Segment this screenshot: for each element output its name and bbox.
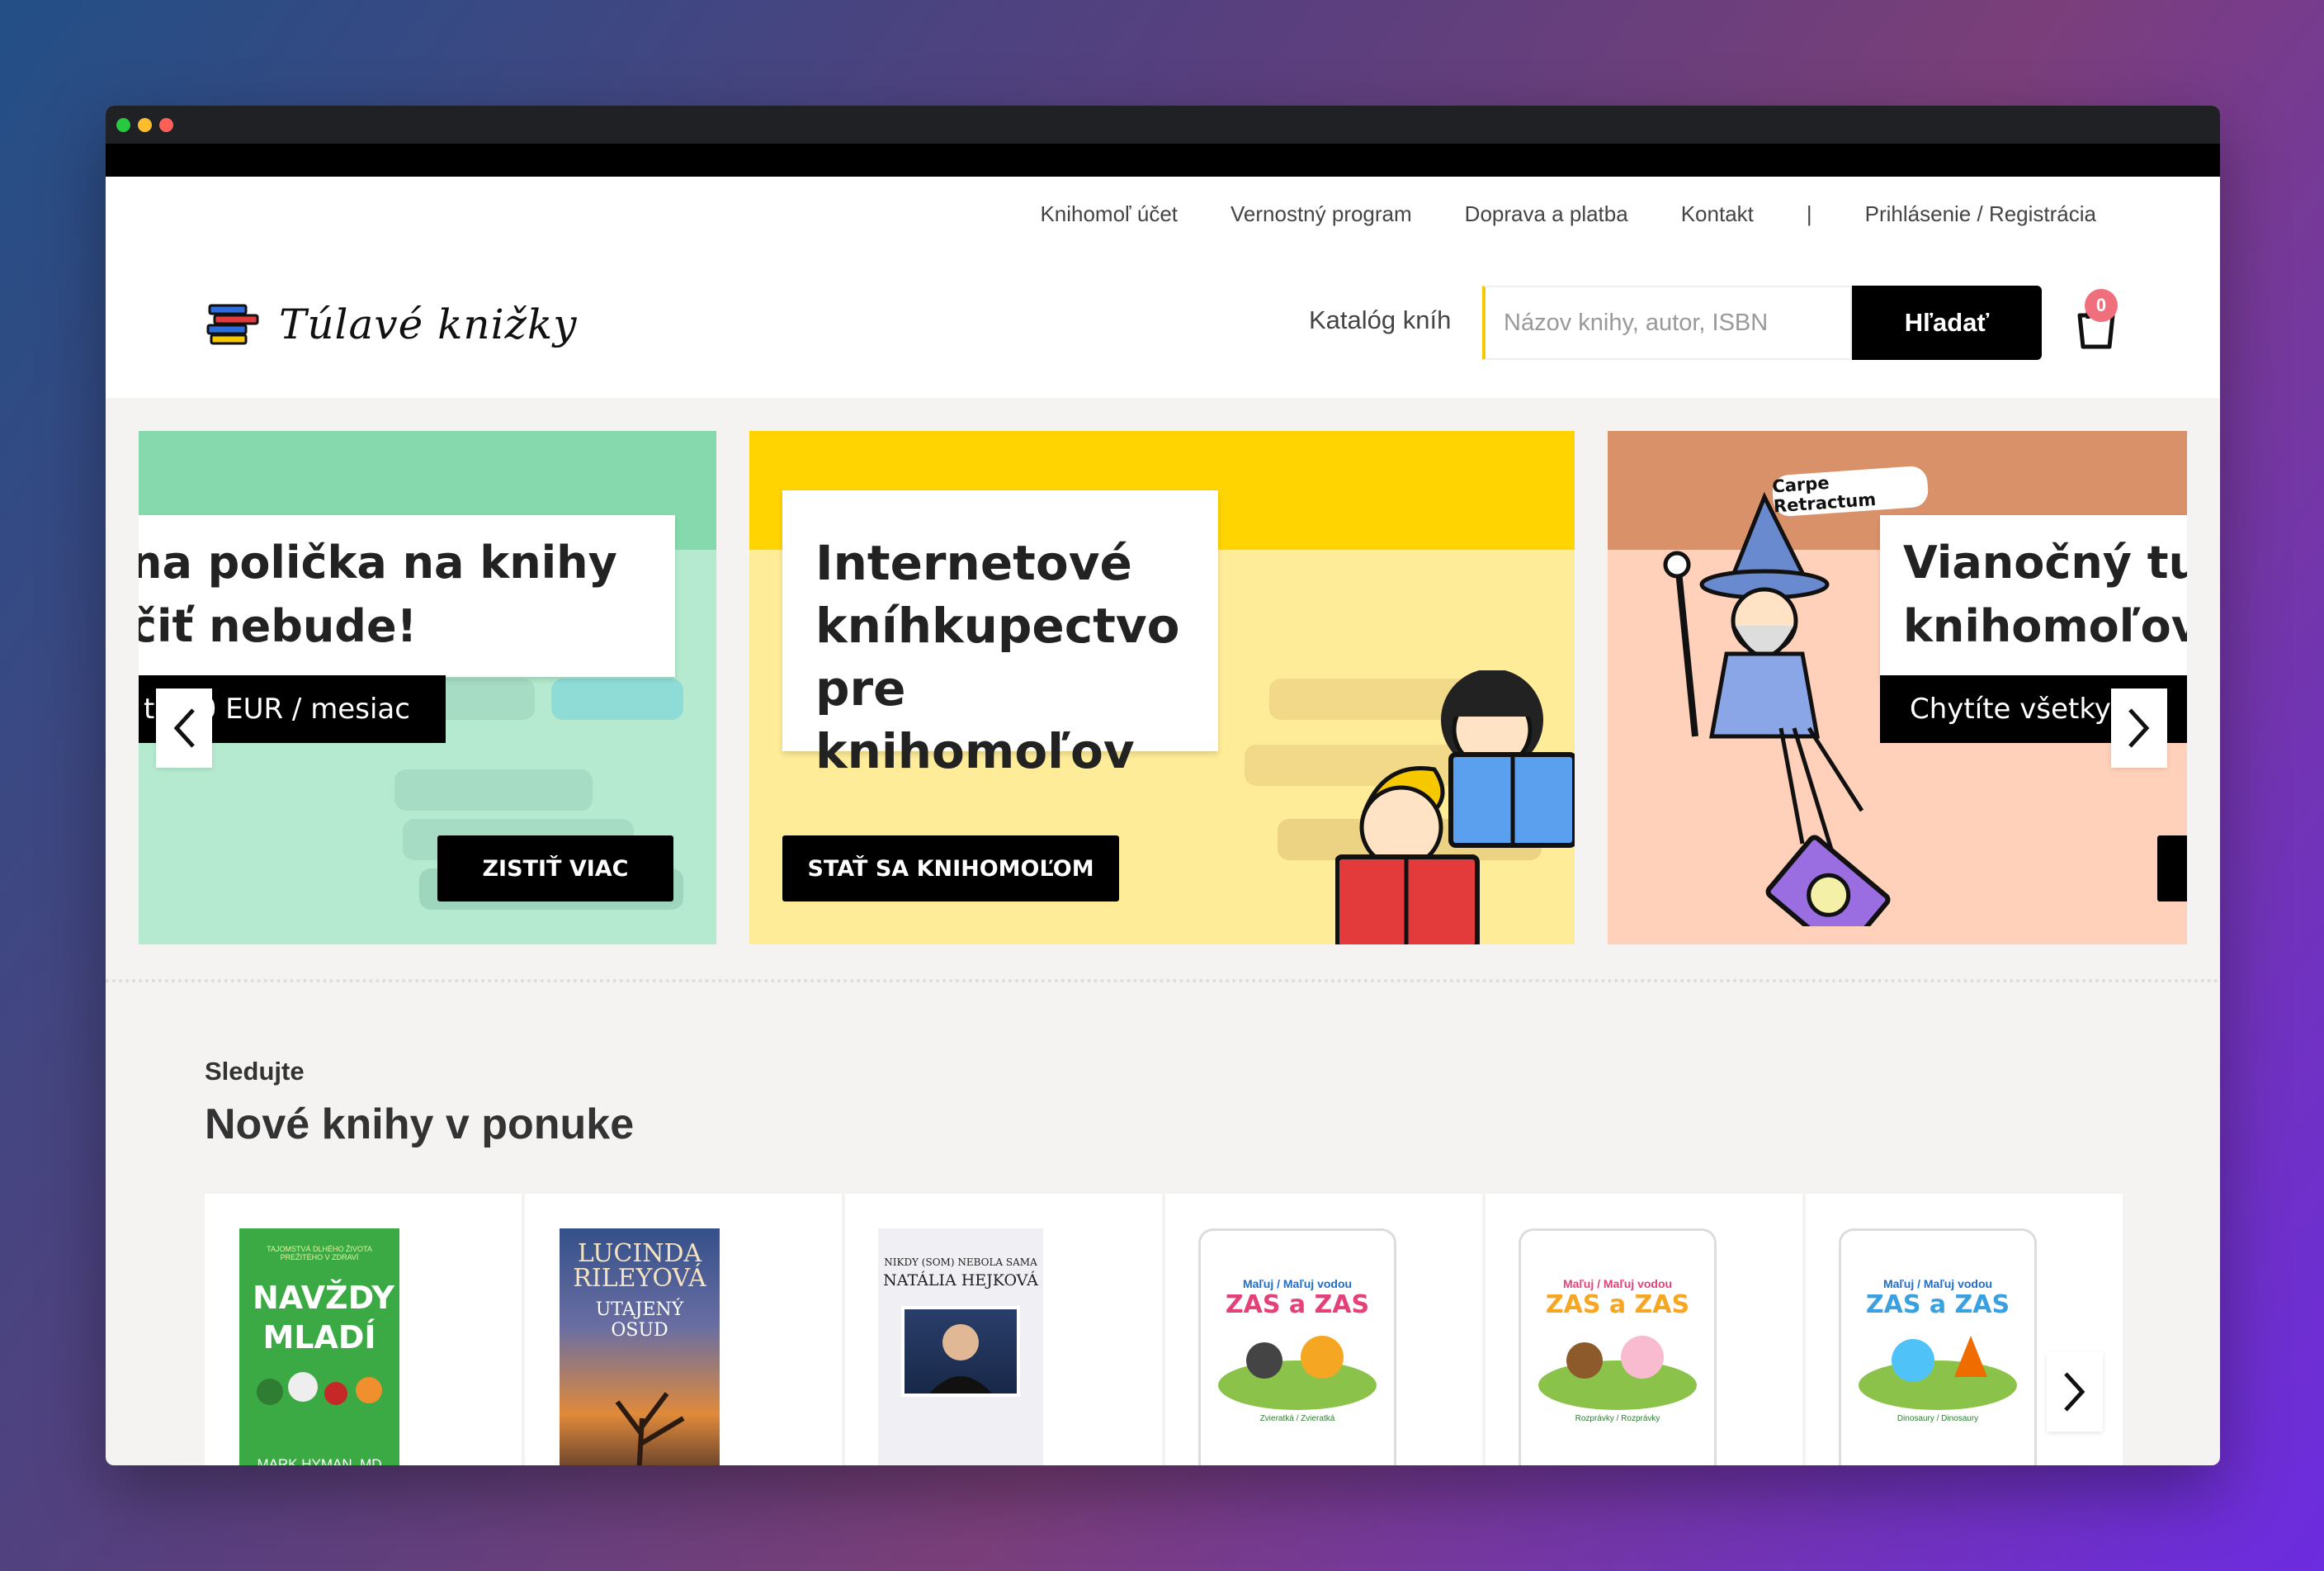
slide-title-line2: knihomoľov [1903, 600, 2187, 652]
book-card[interactable]: LUCINDA RILEYOVÁ UTAJENÝ OSUD [525, 1194, 842, 1465]
book-title: NAVŽDY MLADÍ [253, 1280, 394, 1356]
nav-shipping[interactable]: Doprava a platba [1465, 201, 1628, 227]
top-nav: Knihomoľ účet Vernostný program Doprava … [1040, 201, 2096, 227]
cats-illustration [1218, 1336, 1377, 1410]
slide-christmas[interactable]: Carpe Retractum Vianočný tur knihomoľov … [1608, 431, 2187, 944]
slide-title-line1: na polička na knihy [139, 537, 617, 589]
search-button[interactable]: Hľadať [1852, 286, 2042, 360]
nav-contact[interactable]: Kontakt [1681, 201, 1754, 227]
nav-login[interactable]: Prihlásenie / Registrácia [1865, 201, 2096, 227]
slide-title-card: na polička na knihy čiť nebude! [139, 515, 675, 677]
logo-text: Túlavé knižky [279, 300, 578, 348]
slide-title-line1: Vianočný tur [1903, 537, 2187, 589]
book-title: UTAJENÝ OSUD [595, 1299, 684, 1341]
hero-slider: na polička na knihy čiť nebude! té 50 EU… [106, 398, 2220, 944]
book-subtitle: Zvieratká / Zvieratká [1259, 1414, 1335, 1423]
nav-separator: | [1806, 201, 1812, 226]
slide-title-line2: kníhkupectvo [815, 598, 1180, 654]
book-title: ZAS a ZAS [1225, 1290, 1370, 1319]
section-title: Nové knihy v ponuke [205, 1100, 635, 1148]
chevron-right-icon [2128, 708, 2150, 748]
book-carousel: TAJOMSTVÁ DLHÉHO ŽIVOTA PREŽITÉHO V ZDRA… [205, 1194, 2123, 1465]
browser-window: Knihomoľ účet Vernostný program Doprava … [106, 106, 2220, 1465]
slider-prev-button[interactable] [156, 688, 212, 768]
book-card[interactable]: Maľuj / Maľuj vodou ZAS a ZAS Rozprávky … [1486, 1194, 1802, 1465]
book-title: ZAS a ZAS [1865, 1290, 2010, 1319]
books-next-button[interactable] [2047, 1352, 2103, 1431]
vegetables-illustration [257, 1372, 382, 1405]
book-author: NATÁLIA HEJKOVÁ [883, 1271, 1038, 1289]
wizard-illustration [1663, 491, 1891, 926]
book-cover[interactable]: Maľuj / Maľuj vodou ZAS a ZAS Dinosaury … [1839, 1228, 2037, 1465]
book-cover[interactable]: Maľuj / Maľuj vodou ZAS a ZAS Zvieratká … [1198, 1228, 1396, 1465]
slide-cta-button[interactable] [2157, 835, 2187, 901]
book-cover[interactable]: TAJOMSTVÁ DLHÉHO ŽIVOTA PREŽITÉHO V ZDRA… [239, 1228, 399, 1465]
slide-title-line2: čiť nebude! [139, 600, 418, 652]
book-subtitle: Dinosaury / Dinosaury [1897, 1414, 1979, 1423]
slide-title-line3: pre knihomoľov [815, 660, 1135, 779]
dinosaur-illustration [1859, 1336, 2017, 1410]
section-kicker: Sledujte [205, 1057, 305, 1086]
book-series: Maľuj / Maľuj vodou [1562, 1277, 1673, 1290]
slide-title-card: Vianočný tur knihomoľov [1880, 515, 2187, 677]
section-divider [106, 979, 2220, 982]
book-author: MARK HYMAN, MD [257, 1456, 382, 1465]
book-subtitle: Rozprávky / Rozprávky [1575, 1414, 1660, 1423]
book-cover[interactable]: NIKDY (SOM) NEBOLA SAMA NATÁLIA HEJKOVÁ [878, 1228, 1043, 1465]
become-bookworm-button[interactable]: STAŤ SA KNIHOMOĽOM [782, 835, 1119, 901]
slide-title-card: Internetové kníhkupectvo pre knihomoľov [782, 490, 1218, 779]
nav-account[interactable]: Knihomoľ účet [1040, 201, 1178, 227]
window-minimize-button[interactable] [138, 118, 152, 132]
books-logo-icon [206, 304, 259, 345]
book-title: ZAS a ZAS [1545, 1290, 1690, 1319]
book-cover[interactable]: LUCINDA RILEYOVÁ UTAJENÝ OSUD [560, 1228, 720, 1465]
window-close-button[interactable] [159, 118, 173, 132]
slide-bookshelf[interactable]: na polička na knihy čiť nebude! té 50 EU… [139, 431, 716, 944]
book-card[interactable]: TAJOMSTVÁ DLHÉHO ŽIVOTA PREŽITÉHO V ZDRA… [205, 1194, 522, 1465]
book-photo [901, 1306, 1020, 1397]
cart-count-badge: 0 [2085, 289, 2118, 322]
site-logo[interactable]: Túlavé knižky [206, 300, 577, 348]
slide-bookstore[interactable]: Internetové kníhkupectvo pre knihomoľov … [749, 431, 1575, 944]
book-cover[interactable]: Maľuj / Maľuj vodou ZAS a ZAS Rozprávky … [1519, 1228, 1717, 1465]
site-header: Knihomoľ účet Vernostný program Doprava … [106, 177, 2220, 398]
chevron-left-icon [173, 708, 195, 748]
nav-loyalty[interactable]: Vernostný program [1230, 201, 1412, 227]
book-series: Maľuj / Maľuj vodou [1242, 1277, 1353, 1290]
book-card[interactable]: Maľuj / Maľuj vodou ZAS a ZAS Zvieratká … [1165, 1194, 1482, 1465]
person-photo-icon [929, 1324, 992, 1394]
chevron-right-icon [2064, 1372, 2085, 1412]
slide-title-line1: Internetové [815, 535, 1132, 591]
search-input[interactable]: Názov knihy, autor, ISBN [1482, 286, 1852, 360]
reading-kids-illustration [1335, 670, 1575, 944]
book-title: NIKDY (SOM) NEBOLA SAMA [884, 1256, 1037, 1268]
browser-toolbar [106, 144, 2220, 177]
book-subtitle: TAJOMSTVÁ DLHÉHO ŽIVOTA PREŽITÉHO V ZDRA… [267, 1245, 372, 1261]
catalog-link[interactable]: Katalóg kníh [1309, 305, 1451, 335]
book-card[interactable]: NIKDY (SOM) NEBOLA SAMA NATÁLIA HEJKOVÁ [845, 1194, 1162, 1465]
tree-illustration [615, 1392, 685, 1465]
window-maximize-button[interactable] [116, 118, 130, 132]
book-series: Maľuj / Maľuj vodou [1882, 1277, 1993, 1290]
learn-more-button[interactable]: ZISTIŤ VIAC [437, 835, 673, 901]
title-bar [106, 106, 2220, 144]
book-author: LUCINDA RILEYOVÁ [573, 1239, 706, 1293]
slider-next-button[interactable] [2111, 688, 2167, 768]
princess-illustration [1538, 1336, 1697, 1410]
